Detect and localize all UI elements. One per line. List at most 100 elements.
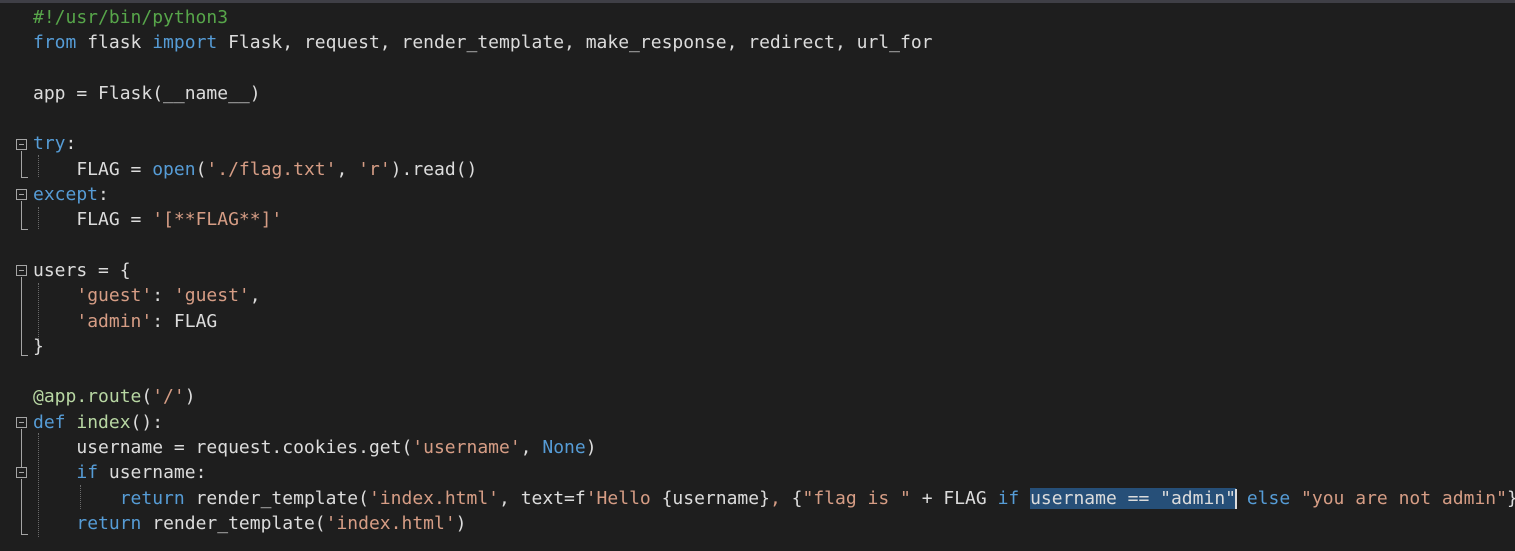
code-token: @app.route xyxy=(33,386,142,408)
code-line[interactable]: 'admin': FLAG xyxy=(33,309,1515,334)
code-token: FLAG = xyxy=(33,158,153,180)
code-token: except xyxy=(33,184,99,206)
code-token: def xyxy=(33,411,66,433)
fold-toggle-icon[interactable] xyxy=(16,417,27,428)
code-token: } xyxy=(33,335,44,357)
code-token: open xyxy=(152,158,196,180)
code-token: render_template( xyxy=(141,512,326,534)
code-token: , xyxy=(520,437,543,459)
code-line[interactable]: FLAG = open('./flag.txt', 'r').read() xyxy=(33,157,1515,182)
code-token: { xyxy=(791,487,803,509)
code-token: 'username' xyxy=(412,437,521,459)
code-token: username: xyxy=(98,462,207,484)
code-token: 'index.html' xyxy=(325,512,456,534)
code-token: from xyxy=(33,32,77,54)
code-line[interactable] xyxy=(33,106,1515,131)
code-line[interactable] xyxy=(33,359,1515,384)
fold-end xyxy=(21,177,28,178)
code-line[interactable] xyxy=(33,56,1515,81)
code-token: '/' xyxy=(152,386,185,408)
code-token: render_template( xyxy=(184,487,369,509)
code-token: 'guest' xyxy=(173,285,250,307)
code-line[interactable]: app = Flask(__name__) xyxy=(33,81,1515,106)
code-editor[interactable]: #!/usr/bin/python3 from flask import Flas… xyxy=(0,0,1515,551)
code-token: , xyxy=(769,487,792,509)
code-line[interactable]: @app.route('/') xyxy=(33,384,1515,409)
fold-toggle-icon[interactable] xyxy=(16,189,27,200)
code-token: if xyxy=(997,487,1020,509)
code-token: 'guest' xyxy=(76,285,153,307)
code-line[interactable]: if username: xyxy=(33,460,1515,485)
code-line[interactable]: #!/usr/bin/python3 xyxy=(33,5,1515,30)
code-token: 'index.html' xyxy=(368,487,500,509)
code-token: './flag.txt' xyxy=(206,158,337,180)
code-token: , xyxy=(249,285,261,307)
code-token: ) xyxy=(455,512,467,534)
fold-end xyxy=(21,355,28,356)
code-line[interactable]: users = { xyxy=(33,258,1515,283)
code-line[interactable]: def index(): xyxy=(33,410,1515,435)
fold-line xyxy=(21,151,22,177)
code-line[interactable]: 'guest': 'guest', xyxy=(33,283,1515,308)
code-token: "you are not admin" xyxy=(1301,487,1507,509)
fold-end xyxy=(21,534,28,535)
code-token: (): xyxy=(130,411,164,433)
code-token: ) xyxy=(184,386,196,408)
code-token: , text=f xyxy=(499,487,586,509)
fold-toggle-icon[interactable] xyxy=(16,265,27,276)
fold-line xyxy=(21,277,22,355)
code-token: '[**FLAG**]' xyxy=(152,209,283,231)
code-line[interactable]: FLAG = '[**FLAG**]' xyxy=(33,207,1515,232)
code-area[interactable]: #!/usr/bin/python3 from flask import Flas… xyxy=(33,5,1515,536)
code-token: FLAG = xyxy=(33,209,153,231)
code-line[interactable]: try: xyxy=(33,131,1515,156)
code-token: 'Hello xyxy=(585,487,662,509)
code-token: {username} xyxy=(661,487,770,509)
selected-text: username == "admin" xyxy=(1030,487,1236,509)
code-token: if xyxy=(76,462,99,484)
code-token: : xyxy=(98,184,109,206)
code-token: , xyxy=(336,158,359,180)
fold-toggle-icon[interactable] xyxy=(16,467,27,478)
fold-line xyxy=(21,479,22,534)
code-token: #!/usr/bin/python3 xyxy=(33,7,229,28)
code-token: return xyxy=(76,512,142,534)
code-token: } xyxy=(1507,488,1515,509)
code-line[interactable]: return render_template('index.html', tex… xyxy=(33,486,1515,511)
code-token: 'admin' xyxy=(76,310,153,332)
code-token: : xyxy=(152,285,174,307)
code-line[interactable]: username = request.cookies.get('username… xyxy=(33,435,1515,460)
fold-end xyxy=(21,229,28,230)
code-line[interactable]: except: xyxy=(33,182,1515,207)
code-token: return xyxy=(119,487,185,509)
code-token: ( xyxy=(195,158,207,180)
code-token: ( xyxy=(141,386,153,408)
code-token: try xyxy=(33,133,66,155)
code-token: None xyxy=(542,437,586,459)
code-token: : xyxy=(65,133,77,155)
code-token: ) xyxy=(585,437,597,459)
code-line[interactable]: } xyxy=(33,334,1515,359)
code-line[interactable]: return render_template('index.html') xyxy=(33,511,1515,536)
fold-line xyxy=(21,201,22,229)
code-token: + FLAG xyxy=(910,487,998,509)
fold-line xyxy=(21,429,22,467)
code-token: username = request.cookies.get( xyxy=(33,437,413,459)
code-token: ).read() xyxy=(390,158,478,180)
code-token: flask xyxy=(76,32,153,54)
code-line[interactable]: from flask import Flask, request, render… xyxy=(33,30,1515,55)
code-token: users = { xyxy=(33,259,131,281)
code-line[interactable] xyxy=(33,233,1515,258)
code-token: 'r' xyxy=(358,158,391,180)
code-token: index xyxy=(76,411,131,433)
fold-toggle-icon[interactable] xyxy=(16,139,27,150)
code-token: import xyxy=(152,32,218,54)
